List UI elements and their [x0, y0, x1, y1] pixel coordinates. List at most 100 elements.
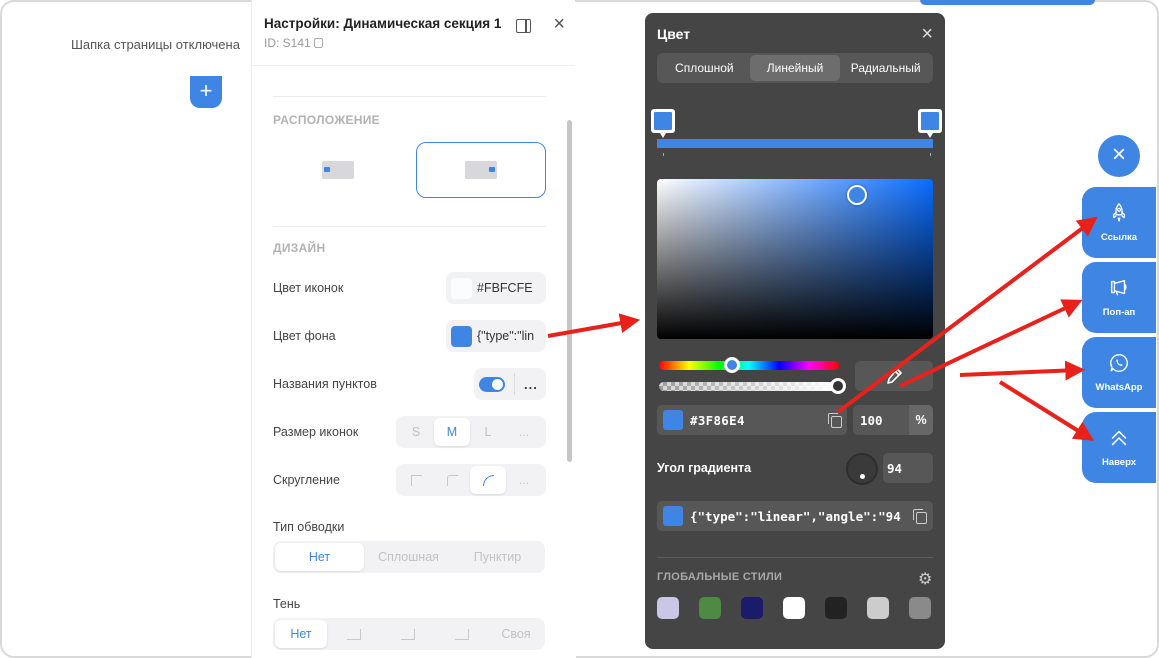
corner-square-icon: [410, 474, 422, 486]
rounding-small[interactable]: [434, 466, 470, 494]
fab-link[interactable]: Ссылка: [1082, 187, 1156, 258]
gradient-swatch: [663, 506, 683, 526]
hue-slider-thumb[interactable]: [724, 357, 740, 373]
fab-popup-label: Поп-ап: [1102, 307, 1136, 318]
stroke-type-label: Тип обводки: [273, 520, 345, 534]
item-names-label: Названия пунктов: [273, 377, 377, 391]
eyedropper-button[interactable]: [855, 361, 933, 391]
corner-round-icon: [482, 474, 494, 486]
gradient-json-field[interactable]: {"type":"linear","angle":"94: [657, 501, 933, 531]
shadow-large-icon: [455, 628, 469, 640]
fab-popup[interactable]: Поп-ап: [1082, 262, 1156, 333]
fab-link-label: Ссылка: [1100, 232, 1138, 243]
layout-option-right[interactable]: [415, 142, 546, 198]
shadow-custom[interactable]: Своя: [489, 620, 543, 648]
bg-color-field[interactable]: {"type":"lin: [446, 320, 546, 352]
copy-hex-icon[interactable]: [828, 413, 842, 428]
icon-size-s[interactable]: S: [398, 418, 434, 446]
eyedropper-icon: [887, 368, 902, 384]
layout-left-icon: [322, 161, 355, 179]
global-swatch[interactable]: [783, 597, 805, 619]
shadow-medium-icon: [401, 628, 415, 640]
item-names-toggle[interactable]: [479, 376, 505, 392]
shadow-selector: Нет Своя: [273, 618, 545, 650]
icon-color-label: Цвет иконок: [273, 281, 344, 295]
stroke-none[interactable]: Нет: [275, 543, 364, 571]
global-swatch[interactable]: [699, 597, 721, 619]
shadow-none[interactable]: Нет: [275, 620, 327, 648]
icon-size-m[interactable]: M: [434, 418, 470, 446]
bg-color-swatch: [451, 325, 472, 347]
settings-panel: Настройки: Динамическая секция 1 ID: S14…: [251, 0, 576, 658]
annotation-arrows: [547, 216, 1098, 441]
copy-icon[interactable]: [313, 38, 323, 48]
floating-close-button[interactable]: ×: [1098, 135, 1140, 177]
shadow-large[interactable]: [435, 620, 489, 648]
fab-to-top-label: Наверх: [1101, 457, 1137, 468]
screen-frame: [0, 0, 1159, 658]
gradient-stop-end[interactable]: [918, 109, 942, 138]
bg-color-value: {"type":"lin: [477, 329, 535, 343]
item-names-more-button[interactable]: ...: [524, 377, 538, 392]
icon-color-field[interactable]: #FBFCFE: [446, 272, 546, 304]
icon-color-row: Цвет иконок #FBFCFE: [273, 272, 546, 304]
global-swatch[interactable]: [909, 597, 931, 619]
rounding-label: Скругление: [273, 473, 340, 487]
tab-solid[interactable]: Сплошной: [659, 55, 750, 81]
gradient-json-value: {"type":"linear","angle":"94: [690, 508, 901, 524]
global-swatch[interactable]: [825, 597, 847, 619]
top-accent-bar: [920, 0, 1095, 5]
rounding-none[interactable]: [398, 466, 434, 494]
global-swatch[interactable]: [867, 597, 889, 619]
rounding-large[interactable]: [470, 466, 506, 494]
icon-size-selector: S M L ...: [396, 416, 546, 448]
copy-json-icon[interactable]: [913, 509, 927, 524]
shadow-medium[interactable]: [381, 620, 435, 648]
header-disabled-text: Шапка страницы отключена: [71, 37, 240, 52]
rounding-row: Скругление ...: [273, 464, 546, 496]
divider: [273, 96, 546, 97]
hue-slider[interactable]: [659, 357, 839, 373]
fab-whatsapp[interactable]: WhatsApp: [1082, 337, 1156, 408]
tick-mark: [663, 153, 664, 156]
global-swatch[interactable]: [657, 597, 679, 619]
color-picker-thumb[interactable]: [847, 185, 867, 205]
section-id-text: ID: S141: [264, 36, 311, 50]
layout-options: [273, 142, 546, 198]
dock-panel-icon[interactable]: [516, 19, 531, 33]
icon-size-l[interactable]: L: [470, 418, 506, 446]
gradient-angle-label: Угол градиента: [657, 461, 752, 475]
opacity-input[interactable]: 100 %: [853, 405, 933, 435]
color-popup-title: Цвет: [657, 26, 691, 42]
settings-close-icon[interactable]: ×: [553, 14, 565, 34]
gradient-preview-bar[interactable]: [657, 139, 933, 148]
stroke-solid[interactable]: Сплошная: [364, 543, 453, 571]
gear-icon[interactable]: ⚙: [918, 569, 932, 589]
angle-input[interactable]: 94: [883, 453, 933, 483]
rounding-more[interactable]: ...: [506, 466, 542, 494]
bg-color-label: Цвет фона: [273, 329, 336, 343]
icon-size-row: Размер иконок S M L ...: [273, 416, 546, 448]
alpha-slider-thumb[interactable]: [830, 378, 846, 394]
tab-radial[interactable]: Радиальный: [840, 55, 931, 81]
icon-color-value: #FBFCFE: [477, 281, 533, 295]
gradient-stop-start[interactable]: [651, 109, 675, 138]
global-swatch[interactable]: [741, 597, 763, 619]
corner-small-icon: [446, 474, 458, 486]
saturation-value-area[interactable]: [657, 179, 933, 339]
icon-size-more[interactable]: ...: [506, 418, 542, 446]
angle-dial[interactable]: [846, 453, 878, 485]
color-popup-close-icon[interactable]: ×: [921, 23, 933, 46]
tab-linear[interactable]: Линейный: [749, 55, 841, 81]
alpha-slider[interactable]: [659, 378, 846, 394]
fab-to-top[interactable]: Наверх: [1082, 412, 1156, 483]
separator: [514, 373, 515, 395]
settings-scrollbar[interactable]: [567, 120, 572, 462]
add-section-button[interactable]: +: [190, 76, 222, 108]
stroke-dashed[interactable]: Пунктир: [453, 543, 542, 571]
icon-size-label: Размер иконок: [273, 425, 359, 439]
layout-right-icon: [464, 161, 497, 179]
hex-input[interactable]: #3F86E4: [657, 405, 847, 435]
shadow-small[interactable]: [327, 620, 381, 648]
layout-option-left[interactable]: [273, 142, 404, 198]
